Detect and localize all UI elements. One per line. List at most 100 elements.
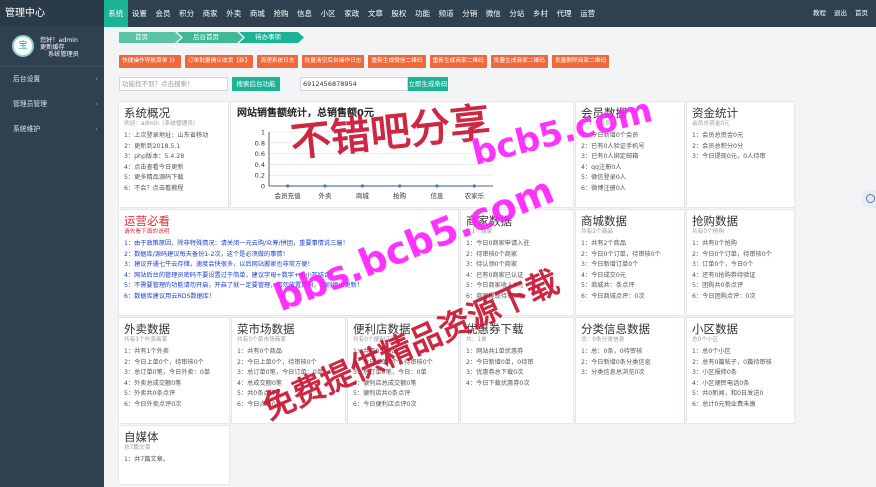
card-line[interactable]: 6：总计0元物业费未缴 bbox=[692, 400, 789, 411]
card-line[interactable]: 6：今日商城点评：0次 bbox=[581, 292, 679, 303]
nav-item[interactable]: 频道 bbox=[434, 0, 458, 27]
card-line[interactable]: 3：今日提现0元，0人待审 bbox=[692, 152, 789, 163]
card-line[interactable]: 4：总成交额0笔 bbox=[237, 379, 340, 390]
barcode-button[interactable]: 立即生成条码 bbox=[408, 77, 448, 91]
card-line[interactable]: 3：已有0人绑定邮箱 bbox=[581, 152, 679, 163]
nav-item[interactable]: 积分 bbox=[175, 0, 199, 27]
card-line[interactable]: 3：建议开通七牛云存储，速度会快很多，以后网站搬家也非常方便！ bbox=[124, 260, 453, 271]
card-line[interactable]: 4：小区便民电话0条 bbox=[692, 379, 789, 390]
action-button[interactable]: 重新生成微信二维码 bbox=[368, 55, 426, 68]
card-line[interactable]: 4：外卖总成交额0笔 bbox=[124, 379, 224, 390]
card-line[interactable]: 4：今日下载优惠券0次 bbox=[466, 379, 568, 390]
nav-item[interactable]: 小区 bbox=[316, 0, 340, 27]
card-line[interactable]: 5：今日商家收入0元 bbox=[466, 281, 568, 292]
nav-item[interactable]: 微信 bbox=[482, 0, 506, 27]
card-line[interactable]: 3：总订单0笔，今日订单：0单 bbox=[237, 368, 340, 379]
card-line[interactable]: 1：共有0个商品 bbox=[237, 347, 340, 358]
card-line[interactable]: 1：今日新增0个会员 bbox=[581, 131, 679, 142]
card-line[interactable]: 4：便利店总成交额0笔 bbox=[353, 379, 453, 390]
nav-item[interactable]: 外卖 bbox=[222, 0, 246, 27]
card-line[interactable]: 2：会员总积分0分 bbox=[692, 142, 789, 153]
nav-item[interactable]: 商家 bbox=[198, 0, 222, 27]
action-button[interactable]: 批量生成商家二维码 bbox=[490, 55, 548, 68]
card-line[interactable]: 4：网站后台的管理员密码不要设置过于简单，建议字母+数字+大小写结合！ bbox=[124, 271, 453, 282]
nav-item[interactable]: 商城 bbox=[246, 0, 270, 27]
nav-item[interactable]: 分销 bbox=[458, 0, 482, 27]
card-line[interactable]: 4：点击查看今日更新 bbox=[124, 163, 223, 174]
card-line[interactable]: 2：总有0篇帖子，0篇待审核 bbox=[692, 358, 789, 369]
card-line[interactable]: 3：待认领0个商家 bbox=[466, 260, 568, 271]
card-line[interactable]: 5：便利店共0条点评 bbox=[353, 389, 453, 400]
card-line[interactable]: 2：已有0人验证手机号 bbox=[581, 142, 679, 153]
avatar[interactable]: 宝 bbox=[12, 35, 34, 57]
card-line[interactable]: 6：今日团购点评：0次 bbox=[692, 292, 789, 303]
search-button[interactable]: 搜索后台功能 bbox=[232, 77, 280, 91]
card-line[interactable]: 4：qq注册0人 bbox=[581, 163, 679, 174]
card-line[interactable]: 5：不需要管理的功能请勿开启，开启了就一定要管理，切勿放置弃码，否则停止更新！ bbox=[124, 281, 453, 292]
nav-item[interactable]: 系统 bbox=[104, 0, 128, 27]
card-line[interactable]: 6：数据库建议用云RDS数据库！ bbox=[124, 292, 453, 303]
nav-item[interactable]: 代理 bbox=[552, 0, 576, 27]
breadcrumb-item[interactable]: 后台首页 bbox=[177, 32, 243, 43]
card-line[interactable]: 3：php版本：5.4.28 bbox=[124, 152, 223, 163]
action-button[interactable]: 批量清空后台操作日志 bbox=[301, 55, 365, 68]
card-line[interactable]: 5：商城共：条点评 bbox=[581, 281, 679, 292]
sidebar-item[interactable]: 后台设置 ‹ bbox=[0, 67, 104, 92]
nav-item[interactable]: 功能 bbox=[411, 0, 435, 27]
card-line[interactable]: 3：分类信息总浏览0次 bbox=[581, 368, 679, 379]
card-line[interactable]: 6：商家提现待审0笔 bbox=[466, 292, 568, 303]
card-line[interactable]: 3：优惠券总下载0次 bbox=[466, 368, 568, 379]
action-button[interactable]: 清理系统日志 bbox=[257, 55, 298, 68]
nav-item[interactable]: 乡村 bbox=[529, 0, 553, 27]
nav-item[interactable]: 股权 bbox=[387, 0, 411, 27]
card-line[interactable]: 2：今日新增0条分类信息 bbox=[581, 358, 679, 369]
card-line[interactable]: 1：总：0条，0待审核 bbox=[581, 347, 679, 358]
nav-item[interactable]: 信息 bbox=[293, 0, 317, 27]
nav-item[interactable]: 分站 bbox=[505, 0, 529, 27]
action-button[interactable]: 批量删除商家二维码 bbox=[551, 55, 610, 68]
barcode-input[interactable]: 6912456878954 bbox=[300, 77, 408, 91]
card-line[interactable]: 1：会员总资金0元 bbox=[692, 131, 789, 142]
card-line[interactable]: 1：共有0个商品 bbox=[353, 347, 453, 358]
card-line[interactable]: 5：共0条点评 bbox=[237, 389, 340, 400]
nav-item[interactable]: 抢购 bbox=[269, 0, 293, 27]
card-line[interactable]: 5：共0新闻，和0日发送0 bbox=[692, 389, 789, 400]
card-line[interactable]: 2：更新到2018.5.1 bbox=[124, 142, 223, 153]
card-line[interactable]: 2：数据库/源码建议每天备份1-2次，这个是必须做的事情！ bbox=[124, 250, 453, 261]
card-line[interactable]: 6：今日点评0次 bbox=[237, 400, 340, 411]
action-button[interactable]: 订单批量确认收货【新】 bbox=[184, 55, 254, 68]
card-line[interactable]: 6：微博注册0人 bbox=[581, 184, 679, 195]
nav-item[interactable]: 家政 bbox=[340, 0, 364, 27]
card-line[interactable]: 1：共7篇文章。 bbox=[124, 455, 224, 466]
card-line[interactable]: 3：小区报修0条 bbox=[692, 368, 789, 379]
card-line[interactable]: 1：共有2个商品 bbox=[581, 239, 679, 250]
card-line[interactable]: 1：共有0个抢购 bbox=[692, 239, 789, 250]
card-line[interactable]: 3：总订单0笔，今日外卖：0单 bbox=[124, 368, 224, 379]
top-link[interactable]: 退出 bbox=[830, 0, 851, 27]
clear-cache-link[interactable]: 更新缓存 bbox=[40, 44, 79, 51]
nav-item[interactable]: 设置 bbox=[128, 0, 152, 27]
card-line[interactable]: 2：今日0个订单，待审核0个 bbox=[581, 250, 679, 261]
card-line[interactable]: 1：上次登录地址：山东省移动 bbox=[124, 131, 223, 142]
card-line[interactable]: 2：今日上单0个，待审核0个 bbox=[124, 358, 224, 369]
nav-item[interactable]: 运营 bbox=[576, 0, 600, 27]
card-line[interactable]: 4：今日成交0元 bbox=[581, 271, 679, 282]
card-line[interactable]: 6：不会？点击看教程 bbox=[124, 184, 223, 195]
card-line[interactable]: 5：更多精品源码下载 bbox=[124, 173, 223, 184]
card-line[interactable]: 6：今日便利店点评0次 bbox=[353, 400, 453, 411]
card-line[interactable]: 3：今日新增订单0个 bbox=[581, 260, 679, 271]
card-line[interactable]: 2：今日0个订单，待审核0个 bbox=[692, 250, 789, 261]
card-line[interactable]: 1：由于政策原因，除非特殊情况：请关闭一元云购/众筹/拼团，重要事情说三遍！ bbox=[124, 239, 453, 250]
card-line[interactable]: 2：今日上单0个，待审核0个 bbox=[353, 358, 453, 369]
card-line[interactable]: 2：今日新增0单，0待审 bbox=[466, 358, 568, 369]
card-line[interactable]: 1：总0个小区 bbox=[692, 347, 789, 358]
feedback-tab[interactable] bbox=[862, 190, 876, 208]
card-line[interactable]: 2：待审核0个商家 bbox=[466, 250, 568, 261]
nav-item[interactable]: 会员 bbox=[151, 0, 175, 27]
breadcrumb-item[interactable]: 待办事项 bbox=[239, 32, 304, 43]
breadcrumb-item[interactable]: 首页 bbox=[119, 32, 181, 43]
action-button[interactable]: 快捷操作导航菜单 》》 bbox=[119, 55, 181, 68]
card-line[interactable]: 1：网站共1单优惠券 bbox=[466, 347, 568, 358]
card-line[interactable]: 3：订单0个，今日0个 bbox=[692, 260, 789, 271]
card-line[interactable]: 6：今日外卖点评0次 bbox=[124, 400, 224, 411]
